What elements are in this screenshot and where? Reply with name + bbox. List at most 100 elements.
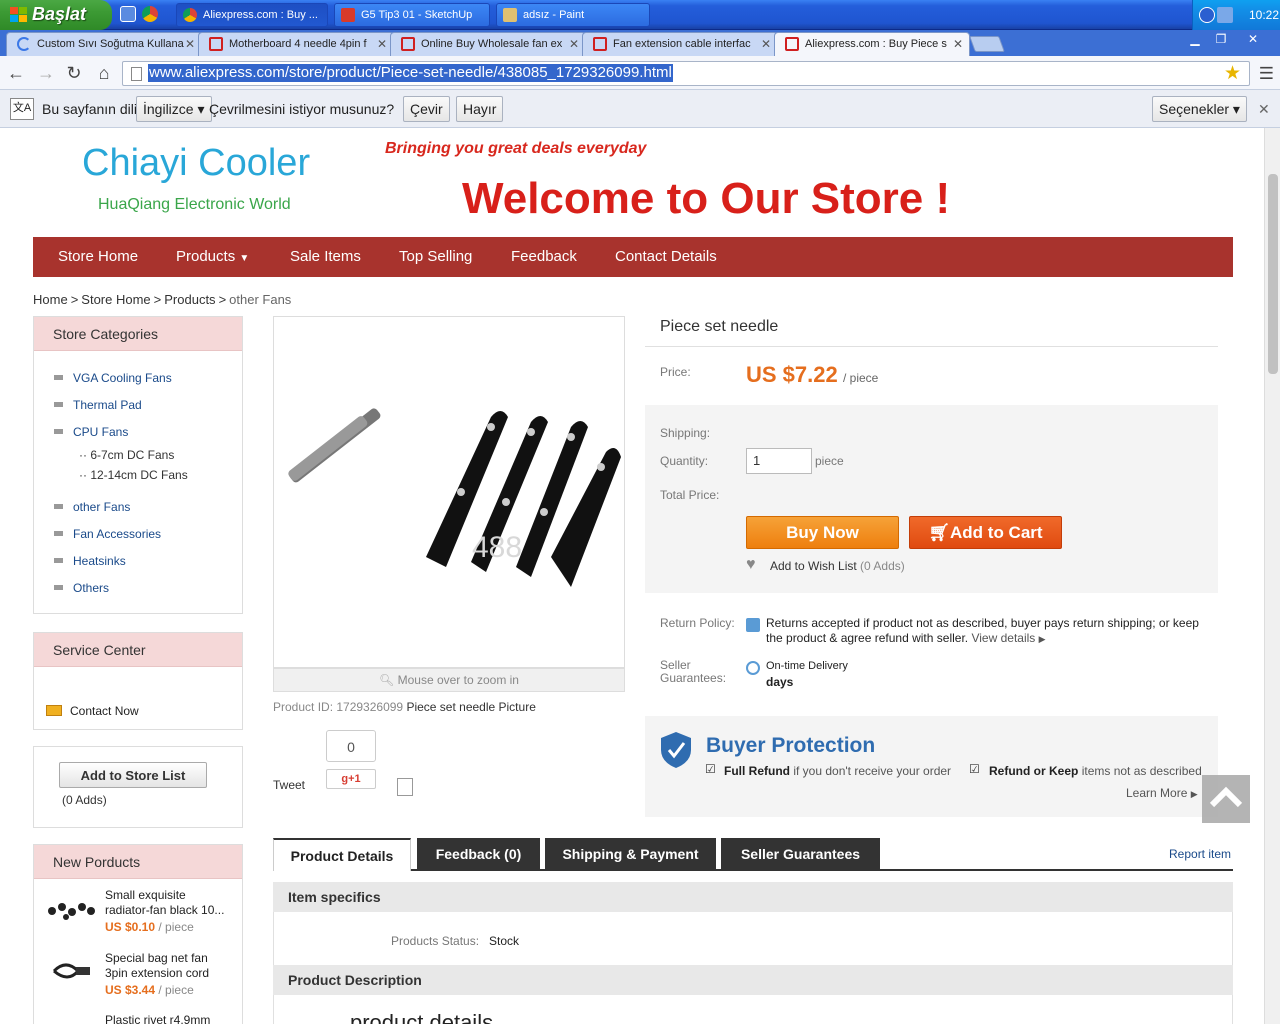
back-icon[interactable]: ← (6, 63, 26, 83)
start-button[interactable]: Başlat (0, 0, 112, 30)
task-paint[interactable]: adsız - Paint (496, 3, 650, 27)
clock: 10:22 (1249, 8, 1280, 22)
service-title: Service Center (34, 633, 242, 667)
triangle-right-icon: ▶ (1190, 789, 1198, 799)
browser-tab[interactable]: Online Buy Wholesale fan ex ✕ (390, 32, 586, 56)
contact-now-link[interactable]: Contact Now (70, 704, 139, 718)
browser-tab[interactable]: Motherboard 4 needle 4pin f ✕ (198, 32, 394, 56)
browser-tab[interactable]: Fan extension cable interfac ✕ (582, 32, 778, 56)
new-tab-button[interactable] (969, 36, 1005, 52)
gplus-button[interactable]: g+1 (326, 769, 376, 789)
store-name[interactable]: Chiayi Cooler (82, 142, 310, 185)
category-heatsinks[interactable]: Heatsinks (54, 554, 126, 568)
category-vga[interactable]: VGA Cooling Fans (54, 371, 172, 385)
reload-icon[interactable]: ↻ (64, 63, 84, 83)
add-to-wish-list[interactable]: Add to Wish List (0 Adds) (770, 559, 905, 573)
subcategory-67[interactable]: ·· 6-7cm DC Fans (79, 448, 174, 462)
new-products-box: New Porducts Small exquisite radiator-fa… (33, 844, 243, 1024)
task-label: G5 Tip3 01 - SketchUp (361, 9, 473, 21)
add-to-cart-button[interactable]: 🛒︎Add to Cart (909, 516, 1062, 549)
breadcrumb-products[interactable]: Products (164, 292, 215, 307)
close-translate-icon[interactable]: ✕ (1258, 101, 1270, 118)
new-product-name[interactable]: Plastic rivet r4.9mm (105, 1013, 233, 1024)
store-list-box: Add to Store List (0 Adds) (33, 746, 243, 828)
nav-top-selling[interactable]: Top Selling (399, 248, 472, 265)
quantity-input[interactable]: 1 (746, 448, 812, 474)
close-icon[interactable]: ✕ (185, 37, 195, 51)
minimize-button[interactable]: ▁ (1182, 32, 1208, 48)
forward-icon[interactable]: → (36, 63, 56, 83)
nav-store-home[interactable]: Store Home (58, 248, 138, 265)
close-icon[interactable]: ✕ (953, 37, 963, 51)
view-details-link[interactable]: View details (971, 631, 1035, 645)
menu-icon[interactable]: ☰ (1259, 64, 1274, 84)
product-thumb[interactable] (46, 897, 96, 923)
category-thermal[interactable]: Thermal Pad (54, 398, 142, 412)
desktop-icon[interactable] (120, 6, 136, 22)
category-cpu[interactable]: CPU Fans (54, 425, 128, 439)
chrome-icon[interactable] (142, 6, 158, 22)
close-icon[interactable]: ✕ (761, 37, 771, 51)
report-item-link[interactable]: Report item (1169, 847, 1231, 861)
breadcrumb-store-home[interactable]: Store Home (81, 292, 150, 307)
tab-feedback[interactable]: Feedback (0) (417, 838, 540, 870)
new-products-title: New Porducts (34, 845, 242, 879)
nav-feedback[interactable]: Feedback (511, 248, 577, 265)
back-to-top-button[interactable] (1202, 775, 1250, 823)
subcategory-1214[interactable]: ·· 12-14cm DC Fans (79, 468, 188, 482)
category-accessories[interactable]: Fan Accessories (54, 527, 161, 541)
browser-tab[interactable]: Custom Sıvı Soğutma Kullana ✕ (6, 32, 202, 56)
options-select[interactable]: Seçenekler ▾ (1152, 96, 1247, 122)
aliexpress-icon (209, 37, 223, 51)
aliexpress-icon (785, 37, 799, 51)
product-id-label: Product ID: 1729326099 (273, 700, 404, 714)
quantity-unit: piece (815, 454, 844, 468)
nav-sale-items[interactable]: Sale Items (290, 248, 361, 265)
wish-label: Add to Wish List (770, 559, 857, 573)
breadcrumb-home[interactable]: Home (33, 292, 68, 307)
price-value: US $7.22 (746, 362, 838, 387)
task-sketchup[interactable]: G5 Tip3 01 - SketchUp (334, 3, 490, 27)
bookmark-star-icon[interactable]: ★ (1224, 62, 1241, 85)
tab-product-details[interactable]: Product Details (273, 838, 411, 871)
language-select[interactable]: İngilizce ▾ (136, 96, 212, 122)
close-icon[interactable]: ✕ (377, 37, 387, 51)
page-scrollbar[interactable] (1264, 128, 1280, 1024)
tweet-button[interactable]: Tweet (273, 778, 305, 792)
restore-button[interactable]: ❐ (1208, 32, 1234, 48)
network-icon[interactable] (1217, 7, 1233, 23)
category-other-fans[interactable]: other Fans (54, 500, 130, 514)
new-product-name[interactable]: Special bag net fan 3pin extension cord (105, 951, 233, 981)
refund-keep: Refund or Keep (989, 764, 1079, 778)
image-watermark: 488 (472, 531, 522, 564)
close-window-button[interactable]: ✕ (1240, 32, 1266, 48)
store-subtitle: HuaQiang Electronic World (98, 196, 291, 213)
subcategory-label: 12-14cm DC Fans (90, 468, 188, 482)
tab-shipping-payment[interactable]: Shipping & Payment (545, 838, 716, 870)
envelope-icon (46, 705, 62, 716)
specifics-body (273, 912, 1233, 966)
translate-button[interactable]: Çevir (403, 96, 450, 122)
add-to-store-list-button[interactable]: Add to Store List (59, 762, 207, 788)
product-picture-label[interactable]: Piece set needle Picture (406, 700, 535, 714)
buy-now-button[interactable]: Buy Now (746, 516, 899, 549)
task-aliexpress[interactable]: Aliexpress.com : Buy ... (176, 3, 328, 27)
gplus-label: +1 (348, 773, 361, 785)
tab-seller-guarantees[interactable]: Seller Guarantees (721, 838, 880, 870)
tray-arrow-icon[interactable] (1199, 7, 1215, 23)
welcome-banner: Welcome to Our Store ! (462, 174, 951, 223)
no-translate-button[interactable]: Hayır (456, 96, 504, 122)
nav-contact[interactable]: Contact Details (615, 248, 717, 265)
product-image[interactable]: 488 (273, 316, 625, 668)
home-icon[interactable]: ⌂ (94, 63, 114, 83)
scrollbar-thumb[interactable] (1268, 174, 1278, 374)
browser-tab-active[interactable]: Aliexpress.com : Buy Piece s ✕ (774, 32, 970, 56)
check-icon: ☑ (705, 762, 716, 776)
product-thumb[interactable] (48, 957, 98, 987)
category-others[interactable]: Others (54, 581, 109, 595)
learn-more-link[interactable]: Learn More ▶ (1126, 786, 1198, 800)
breadcrumb: Home > Store Home > Products > other Fans (33, 292, 292, 307)
close-icon[interactable]: ✕ (569, 37, 579, 51)
new-product-name[interactable]: Small exquisite radiator-fan black 10... (105, 888, 233, 918)
nav-products[interactable]: Products ▼ (176, 248, 249, 265)
